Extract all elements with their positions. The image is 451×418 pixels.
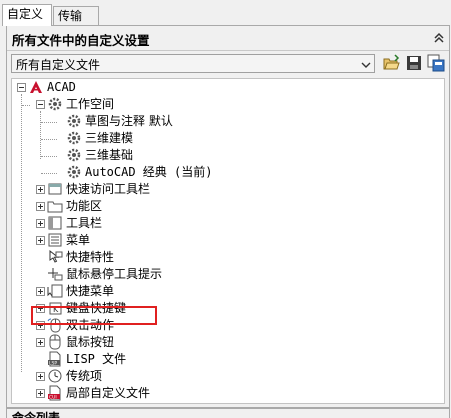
expand-toggle-icon[interactable] [36,338,45,347]
mouse-icon [47,334,63,350]
tree-node-menus[interactable]: 菜单 [12,232,442,249]
cui-file-icon: CUI [47,385,63,401]
toolbar-icon [47,181,63,197]
acad-logo-icon [28,79,44,95]
tree-node-label: 局部自定义文件 [66,386,151,400]
tree-node-toolbars[interactable]: 工具栏 [12,215,442,232]
tree-node-workspaces[interactable]: 工作空间 [12,96,442,113]
collapse-toggle-icon[interactable] [36,100,45,109]
customization-tree: ACAD 工作空间 草图与注释 默认 三维建模 三维基础 AutoCAD 经典 … [11,78,445,404]
tab-label: 传输 [58,9,83,23]
tree-node-label: 三维基础 [85,148,134,162]
tree-node-lisp-files[interactable]: LSP LISP 文件 [12,351,442,368]
expand-toggle-icon[interactable] [36,202,45,211]
tree-node-label: 快捷菜单 [66,284,115,298]
tree-node-partial-customization-files[interactable]: CUI 局部自定义文件 [12,385,442,402]
menu-icon [47,232,63,248]
highlight-box [31,306,157,325]
tree-node-label: 快速访问工具栏 [66,182,151,196]
tree-node-label: LISP 文件 [66,352,127,366]
tree-node-label: 功能区 [66,199,103,213]
tree-node-legacy[interactable]: 传统项 [12,368,442,385]
tree-node-workspace[interactable]: 三维建模 [12,130,442,147]
customizations-panel: 所有文件中的自定义设置 所有自定义文件 ACAD 工作空间 草图与注释 默认 三… [6,25,450,408]
tab-customize[interactable]: 自定义 [2,4,52,26]
tree-node-shortcut-menus[interactable]: 快捷菜单 [12,283,442,300]
command-list-title: 命令列表 [12,411,61,418]
double-chevron-up-icon[interactable] [432,31,446,45]
tree-node-ribbon[interactable]: 功能区 [12,198,442,215]
load-partial-icon[interactable] [427,54,445,72]
panel-header: 所有文件中的自定义设置 [7,26,449,51]
tree-node-label: 工作空间 [66,97,115,111]
save-icon[interactable] [405,54,423,72]
customization-file-select[interactable]: 所有自定义文件 [11,54,375,73]
tree-node-label: 鼠标悬停工具提示 [66,267,163,281]
gear-icon [66,130,82,146]
gear-icon [66,147,82,163]
tree-node-label: 菜单 [66,233,91,247]
toolbar-icon [47,215,63,231]
tree-node-label: AutoCAD 经典 (当前) [85,165,213,179]
tree-node-label: 传统项 [66,369,103,383]
tree-node-label: ACAD [47,80,76,94]
tree-node-workspace[interactable]: AutoCAD 经典 (当前) [12,164,442,181]
tab-bar: 自定义 传输 [0,0,451,26]
expand-toggle-icon[interactable] [36,372,45,381]
legacy-clock-icon [47,368,63,384]
select-value: 所有自定义文件 [16,58,101,72]
tree-node-quick-access-toolbars[interactable]: 快速访问工具栏 [12,181,442,198]
expand-toggle-icon[interactable] [36,219,45,228]
tree-node-label: 快捷特性 [66,250,115,264]
lisp-file-icon: LSP [47,351,63,367]
folder-icon [47,198,63,214]
panel-toolbar: 所有自定义文件 [7,52,449,76]
svg-text:LSP: LSP [49,360,57,366]
tree-node-label: 三维建模 [85,131,134,145]
tree-node-rollover-tooltips[interactable]: 鼠标悬停工具提示 [12,266,442,283]
shortcut-menu-icon [47,283,63,299]
tree-node-acad[interactable]: ACAD [12,79,442,96]
tree-node-label: 工具栏 [66,216,103,230]
tree-node-label: 鼠标按钮 [66,335,115,349]
open-file-icon[interactable] [383,54,401,72]
expand-toggle-icon[interactable] [36,236,45,245]
expand-toggle-icon[interactable] [36,389,45,398]
tree-node-quick-properties[interactable]: 快捷特性 [12,249,442,266]
tab-transfer[interactable]: 传输 [53,6,99,25]
expand-toggle-icon[interactable] [36,287,45,296]
quick-properties-icon [47,249,63,265]
chevron-down-icon [361,59,371,73]
gear-icon [47,96,63,112]
expand-toggle-icon[interactable] [36,185,45,194]
tree-node-workspace[interactable]: 草图与注释 默认 [12,113,442,130]
tree-node-workspace[interactable]: 三维基础 [12,147,442,164]
collapse-toggle-icon[interactable] [17,83,26,92]
gear-icon [66,113,82,129]
gear-icon [66,164,82,180]
panel-title: 所有文件中的自定义设置 [12,33,150,48]
tab-label: 自定义 [7,7,44,21]
svg-text:CUI: CUI [49,394,57,400]
tree-node-label: 草图与注释 默认 [85,114,173,128]
tree-node-mouse-buttons[interactable]: 鼠标按钮 [12,334,442,351]
rollover-tooltip-icon [47,266,63,282]
command-list-panel: 命令列表 [6,408,450,418]
